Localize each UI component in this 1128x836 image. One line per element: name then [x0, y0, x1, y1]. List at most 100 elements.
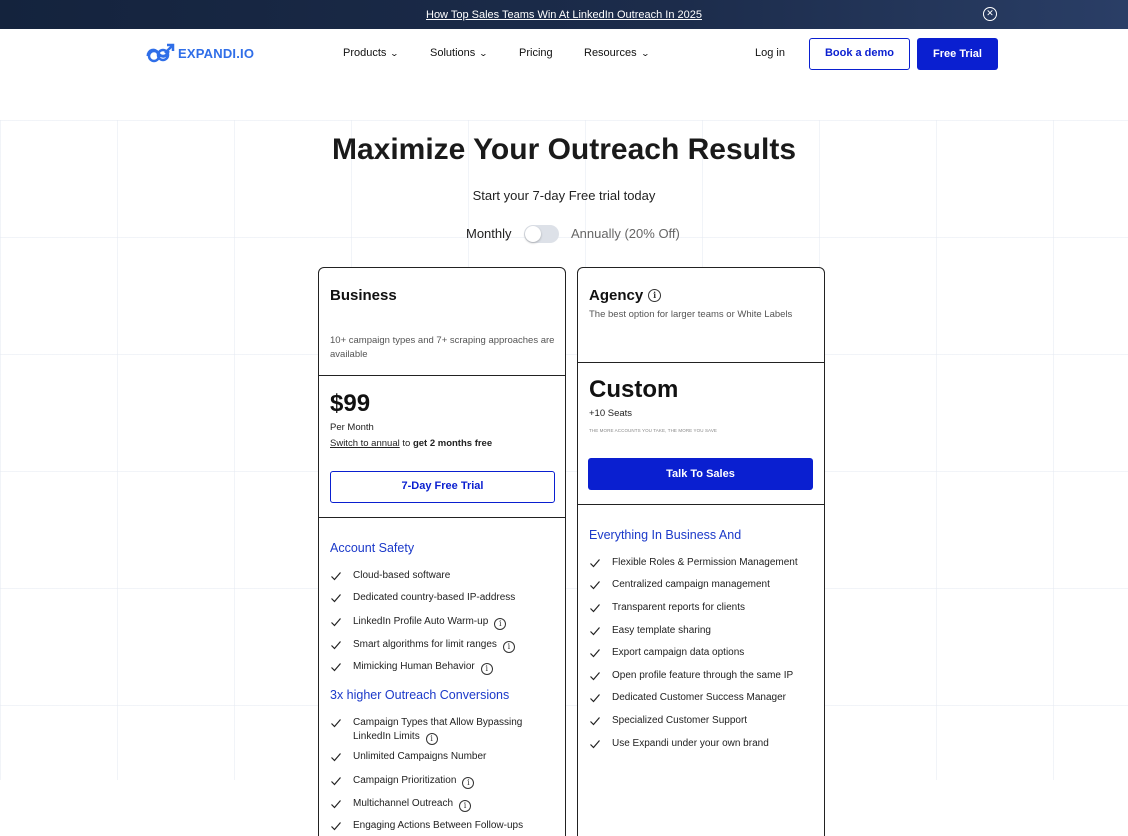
feature-text: Centralized campaign management — [612, 579, 770, 590]
check-icon — [331, 594, 341, 603]
check-icon — [590, 672, 600, 681]
check-icon — [590, 649, 600, 658]
feature-item: Open profile feature through the same IP — [589, 669, 815, 683]
check-icon — [590, 559, 600, 568]
business-plan-description: 10+ campaign types and 7+ scraping appro… — [330, 335, 555, 360]
nav-resources[interactable]: Resources ⌄ — [584, 47, 650, 59]
divider — [578, 362, 824, 363]
page-title: Maximize Your Outreach Results — [331, 133, 797, 166]
agency-plan-description: The best option for larger teams or Whit… — [589, 309, 793, 320]
check-icon — [331, 618, 341, 627]
feature-item: Unlimited Campaigns Number — [330, 750, 556, 764]
business-trial-button[interactable]: 7-Day Free Trial — [330, 471, 555, 503]
login-link[interactable]: Log in — [755, 47, 785, 59]
feature-text: Open profile feature through the same IP — [612, 670, 794, 681]
business-price: $99 — [330, 390, 371, 417]
feature-text: LinkedIn Profile Auto Warm-up — [353, 616, 489, 627]
chevron-down-icon: ⌄ — [478, 49, 489, 58]
talk-to-sales-button[interactable]: Talk To Sales — [588, 458, 813, 490]
free-trial-button[interactable]: Free Trial — [917, 38, 998, 70]
logo[interactable]: EXPANDI.IO — [145, 42, 254, 64]
feature-item: Dedicated country-based IP-address — [330, 591, 556, 605]
info-icon[interactable]: i — [462, 777, 475, 789]
monthly-label[interactable]: Monthly — [466, 226, 512, 241]
check-icon — [331, 822, 341, 831]
info-icon[interactable]: i — [494, 618, 507, 630]
page-subtitle: Start your 7-day Free trial today — [472, 188, 656, 203]
annually-label[interactable]: Annually (20% Off) — [571, 226, 680, 241]
feature-item: Flexible Roles & Permission Management — [589, 556, 815, 570]
feature-text: Engaging Actions Between Follow-ups — [353, 820, 524, 831]
check-icon — [331, 753, 341, 762]
announcement-link[interactable]: How Top Sales Teams Win At LinkedIn Outr… — [426, 9, 702, 21]
divider — [319, 517, 565, 518]
feature-item: Use Expandi under your own brand — [589, 737, 815, 751]
switch-annual-link[interactable]: Switch to annual — [330, 438, 400, 449]
top-nav: EXPANDI.IO Products ⌄ Solutions ⌄ Pricing … — [0, 29, 1128, 80]
check-icon — [590, 627, 600, 636]
switch-annual-to: to — [402, 438, 411, 449]
close-icon[interactable]: ✕ — [983, 7, 997, 21]
check-icon — [331, 777, 341, 786]
feature-item: Easy template sharing — [589, 624, 815, 638]
divider — [578, 504, 824, 505]
feature-text: Mimicking Human Behavior — [353, 661, 475, 672]
logo-text: EXPANDI.IO — [178, 45, 255, 61]
switch-annual-bonus: get 2 months free — [412, 438, 493, 449]
nav-products-label: Products — [343, 47, 387, 59]
check-icon — [331, 572, 341, 581]
feature-item: LinkedIn Profile Auto Warm-up i — [330, 615, 556, 630]
feature-item: Transparent reports for clients — [589, 601, 815, 615]
announcement-bar: How Top Sales Teams Win At LinkedIn Outr… — [0, 0, 1128, 29]
feature-text: Campaign Prioritization — [353, 775, 457, 786]
nav-products[interactable]: Products ⌄ — [343, 47, 400, 59]
billing-toggle-switch[interactable] — [524, 225, 559, 243]
nav-pricing-label: Pricing — [519, 47, 553, 59]
feature-item: Multichannel Outreach i — [330, 797, 556, 812]
check-icon — [331, 641, 341, 650]
feature-item: Smart algorithms for limit ranges i — [330, 638, 556, 653]
info-icon[interactable]: i — [425, 732, 438, 745]
feature-item: Engaging Actions Between Follow-ups — [330, 819, 556, 833]
logo-icon — [146, 43, 175, 63]
feature-item: Campaign Prioritization i — [330, 774, 556, 789]
section-everything-in-business: Everything In Business And — [589, 528, 742, 542]
billing-toggle-row: Monthly Annually (20% Off) — [0, 225, 1128, 243]
feature-text: Smart algorithms for limit ranges — [353, 639, 497, 650]
section-outreach-conversions: 3x higher Outreach Conversions — [330, 688, 510, 702]
check-icon — [331, 800, 341, 809]
toggle-knob — [525, 226, 541, 242]
business-plan-title: Business — [330, 287, 397, 304]
check-icon — [331, 719, 341, 728]
check-icon — [590, 604, 600, 613]
check-icon — [590, 581, 600, 590]
feature-item: Centralized campaign management — [589, 578, 815, 592]
info-icon[interactable]: i — [459, 800, 472, 812]
nav-solutions-label: Solutions — [430, 47, 476, 59]
divider — [319, 375, 565, 376]
section-account-safety: Account Safety — [330, 541, 415, 555]
chevron-down-icon: ⌄ — [640, 49, 650, 58]
book-demo-button[interactable]: Book a demo — [809, 38, 910, 70]
chevron-down-icon: ⌄ — [390, 49, 400, 58]
agency-plan-card: Agency i The best option for larger team… — [577, 267, 825, 836]
nav-solutions[interactable]: Solutions ⌄ — [430, 47, 489, 59]
info-icon[interactable]: i — [502, 641, 515, 653]
feature-text: Specialized Customer Support — [612, 715, 748, 726]
nav-pricing[interactable]: Pricing — [519, 47, 553, 59]
business-period: Per Month — [330, 422, 374, 433]
business-plan-card: Business 10+ campaign types and 7+ scrap… — [318, 267, 566, 836]
feature-text: Transparent reports for clients — [612, 602, 746, 613]
feature-item: Export campaign data options — [589, 646, 815, 660]
feature-text: Easy template sharing — [612, 625, 711, 636]
feature-item: Mimicking Human Behavior i — [330, 660, 556, 675]
feature-item: Cloud-based software — [330, 569, 556, 583]
check-icon — [590, 740, 600, 749]
info-icon[interactable]: i — [480, 663, 493, 675]
feature-text: Dedicated country-based IP-address — [353, 592, 516, 603]
feature-item: Campaign Types that Allow Bypassing Link… — [330, 716, 556, 745]
feature-text: Export campaign data options — [612, 647, 745, 658]
agency-tiny-note: THE MORE ACCOUNTS YOU TAKE, THE MORE YOU… — [589, 428, 718, 433]
feature-text: Unlimited Campaigns Number — [353, 751, 487, 762]
info-icon[interactable]: i — [648, 289, 662, 302]
